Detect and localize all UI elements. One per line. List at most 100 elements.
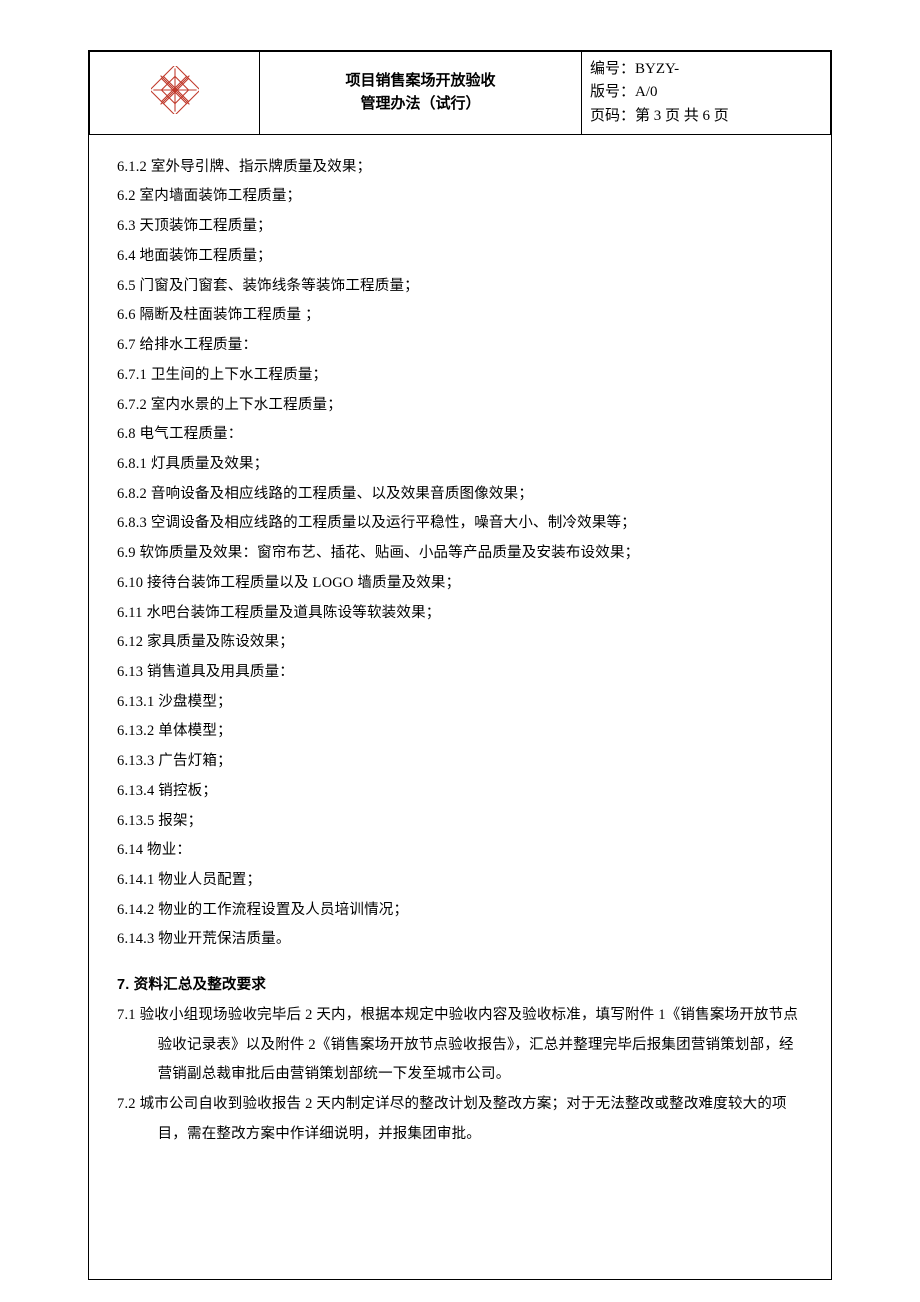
list-item: 6.14 物业： (117, 836, 803, 866)
section-7-2: 7.2 城市公司自收到验收报告 2 天内制定详尽的整改计划及整改方案；对于无法整… (117, 1090, 803, 1149)
item-number: 6.10 (117, 575, 143, 591)
document-page: 项目销售案场开放验收 管理办法（试行） 编号：BYZY- 版号：A/0 页码：第… (88, 50, 832, 1280)
list-item: 6.8 电气工程质量： (117, 420, 803, 450)
list-item: 6.13.4 销控板； (117, 777, 803, 807)
item-text: 隔断及柱面装饰工程质量 ； (136, 307, 320, 323)
item-number: 6.2 (117, 188, 136, 204)
list-item: 6.8.3 空调设备及相应线路的工程质量以及运行平稳性，噪音大小、制冷效果等； (117, 509, 803, 539)
item-text: 软饰质量及效果：窗帘布艺、插花、贴画、小品等产品质量及安装布设效果； (136, 545, 640, 561)
item-number: 6.1.2 (117, 159, 147, 175)
section-7-title: 7. 资料汇总及整改要求 (117, 971, 803, 1001)
item-text: 地面装饰工程质量； (136, 248, 272, 264)
item-text: 门窗及门窗套、装饰线条等装饰工程质量； (136, 278, 419, 294)
list-item: 6.5 门窗及门窗套、装饰线条等装饰工程质量； (117, 272, 803, 302)
item-number: 6.8.3 (117, 515, 147, 531)
item-number: 6.13.3 (117, 753, 154, 769)
item-number: 6.12 (117, 634, 143, 650)
header-table: 项目销售案场开放验收 管理办法（试行） 编号：BYZY- 版号：A/0 页码：第… (89, 51, 831, 135)
item-text: 卫生间的上下水工程质量； (147, 367, 327, 383)
item-number: 6.13.1 (117, 694, 154, 710)
item-text: 天顶装饰工程质量； (136, 218, 272, 234)
item-text: 室内水景的上下水工程质量； (147, 397, 342, 413)
meta-page: 页码：第 3 页 共 6 页 (590, 105, 822, 128)
section-7-1: 7.1 验收小组现场验收完毕后 2 天内，根据本规定中验收内容及验收标准，填写附… (117, 1001, 803, 1090)
item-number: 6.8.1 (117, 456, 147, 472)
item-number: 6.13.5 (117, 813, 154, 829)
item-text: 家具质量及陈设效果； (143, 634, 294, 650)
list-item: 6.13.2 单体模型； (117, 717, 803, 747)
item-number: 6.9 (117, 545, 136, 561)
item-number: 6.7.2 (117, 397, 147, 413)
item-number: 6.5 (117, 278, 136, 294)
logo-cell (90, 52, 260, 135)
logo-icon (151, 66, 199, 114)
list-item: 6.14.1 物业人员配置； (117, 866, 803, 896)
item-text: 电气工程质量： (136, 426, 243, 442)
list-item: 6.13 销售道具及用具质量： (117, 658, 803, 688)
item-text: 销售道具及用具质量： (143, 664, 294, 680)
item-number: 7.1 (117, 1007, 136, 1023)
item-text: 验收小组现场验收完毕后 2 天内，根据本规定中验收内容及验收标准，填写附件 1《… (140, 1007, 798, 1082)
list-item: 6.12 家具质量及陈设效果； (117, 628, 803, 658)
version-label: 版号： (590, 84, 635, 100)
meta-cell: 编号：BYZY- 版号：A/0 页码：第 3 页 共 6 页 (582, 52, 831, 135)
item-number: 6.7.1 (117, 367, 147, 383)
list-item: 6.9 软饰质量及效果：窗帘布艺、插花、贴画、小品等产品质量及安装布设效果； (117, 539, 803, 569)
item-number: 6.14.1 (117, 872, 154, 888)
list-item: 6.14.3 物业开荒保洁质量。 (117, 925, 803, 955)
item-number: 7.2 (117, 1096, 136, 1112)
item-text: 物业人员配置； (154, 872, 261, 888)
list-item: 6.6 隔断及柱面装饰工程质量 ； (117, 301, 803, 331)
list-item: 6.11 水吧台装饰工程质量及道具陈设等软装效果； (117, 599, 803, 629)
list-item: 6.14.2 物业的工作流程设置及人员培训情况； (117, 896, 803, 926)
item-number: 6.14.2 (117, 902, 154, 918)
list-item: 6.13.3 广告灯箱； (117, 747, 803, 777)
item-text: 销控板； (154, 783, 217, 799)
item-number: 6.14.3 (117, 931, 154, 947)
item-text: 物业： (143, 842, 191, 858)
item-text: 沙盘模型； (154, 694, 231, 710)
item-text: 水吧台装饰工程质量及道具陈设等软装效果； (143, 605, 441, 621)
item-number: 6.7 (117, 337, 136, 353)
item-number: 6.4 (117, 248, 136, 264)
item-text: 物业开荒保洁质量。 (154, 931, 290, 947)
item-number: 6.13 (117, 664, 143, 680)
meta-version: 版号：A/0 (590, 81, 822, 104)
item-text: 室内墙面装饰工程质量； (136, 188, 302, 204)
item-number: 6.13.4 (117, 783, 154, 799)
item-number: 6.11 (117, 605, 143, 621)
item-text: 音响设备及相应线路的工程质量、以及效果音质图像效果； (147, 486, 533, 502)
item-text: 报架； (154, 813, 202, 829)
list-item: 6.1.2 室外导引牌、指示牌质量及效果； (117, 153, 803, 183)
content-body: 6.1.2 室外导引牌、指示牌质量及效果；6.2 室内墙面装饰工程质量；6.3 … (89, 135, 831, 1150)
item-number: 6.13.2 (117, 723, 154, 739)
meta-code: 编号：BYZY- (590, 58, 822, 81)
item-text: 空调设备及相应线路的工程质量以及运行平稳性，噪音大小、制冷效果等； (147, 515, 636, 531)
list-item: 6.3 天顶装饰工程质量； (117, 212, 803, 242)
item-number: 6.14 (117, 842, 143, 858)
list-item: 6.10 接待台装饰工程质量以及 LOGO 墙质量及效果； (117, 569, 803, 599)
code-value: BYZY- (635, 61, 679, 77)
item-number: 6.8.2 (117, 486, 147, 502)
item-number: 6.3 (117, 218, 136, 234)
list-item: 6.13.1 沙盘模型； (117, 688, 803, 718)
item-text: 城市公司自收到验收报告 2 天内制定详尽的整改计划及整改方案；对于无法整改或整改… (140, 1096, 787, 1142)
list-item: 6.13.5 报架； (117, 807, 803, 837)
item-text: 物业的工作流程设置及人员培训情况； (154, 902, 408, 918)
list-item: 6.8.2 音响设备及相应线路的工程质量、以及效果音质图像效果； (117, 480, 803, 510)
version-value: A/0 (635, 84, 658, 100)
item-number: 6.6 (117, 307, 136, 323)
item-text: 灯具质量及效果； (147, 456, 268, 472)
list-item: 6.7 给排水工程质量： (117, 331, 803, 361)
list-item: 6.7.1 卫生间的上下水工程质量； (117, 361, 803, 391)
title-line-1: 项目销售案场开放验收 (268, 70, 573, 93)
list-item: 6.2 室内墙面装饰工程质量； (117, 182, 803, 212)
item-text: 广告灯箱； (154, 753, 231, 769)
document-title-cell: 项目销售案场开放验收 管理办法（试行） (260, 52, 582, 135)
list-item: 6.8.1 灯具质量及效果； (117, 450, 803, 480)
code-label: 编号： (590, 61, 635, 77)
item-text: 室外导引牌、指示牌质量及效果； (147, 159, 371, 175)
item-text: 单体模型； (154, 723, 231, 739)
page-label: 页码： (590, 108, 635, 124)
title-line-2: 管理办法（试行） (268, 93, 573, 116)
